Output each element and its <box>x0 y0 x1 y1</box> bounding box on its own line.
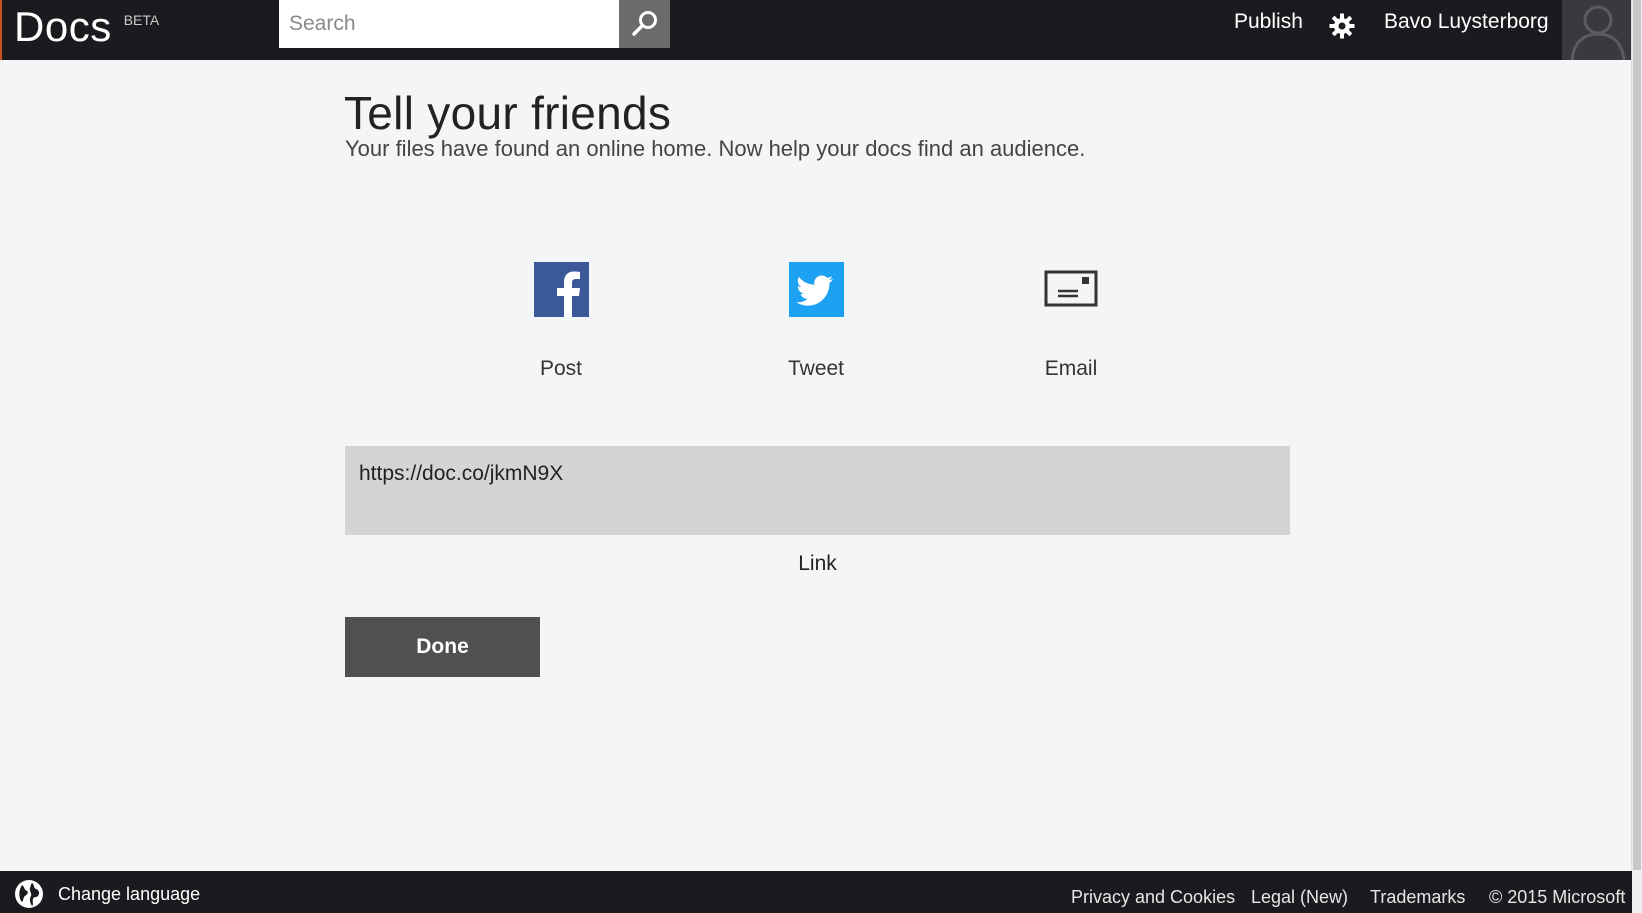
avatar-silhouette-icon <box>1570 5 1626 60</box>
footer-link-legal[interactable]: Legal (New) <box>1251 887 1348 908</box>
share-twitter-label: Tweet <box>787 357 845 380</box>
footer-link-trademarks[interactable]: Trademarks <box>1370 887 1465 908</box>
beta-badge: BETA <box>123 12 160 28</box>
scrollbar-thumb[interactable] <box>1633 0 1641 870</box>
done-button[interactable]: Done <box>345 617 540 677</box>
avatar[interactable] <box>1562 0 1634 60</box>
globe-icon <box>15 880 43 908</box>
page-title: Tell your friends <box>344 87 672 139</box>
search-icon <box>631 11 657 36</box>
top-nav-bar: Docs BETA Publish Bavo Luysterborg <box>0 0 1634 60</box>
share-link-caption: Link <box>798 552 837 575</box>
footer-link-privacy[interactable]: Privacy and Cookies <box>1071 887 1235 908</box>
footer: Change language Privacy and Cookies Lega… <box>0 871 1632 913</box>
search-input[interactable] <box>279 0 619 48</box>
share-link-field[interactable]: https://doc.co/jkmN9X <box>345 446 1290 535</box>
share-facebook-button[interactable]: Post <box>481 262 641 381</box>
change-language-label: Change language <box>58 883 201 904</box>
logo-text: Docs <box>14 3 112 50</box>
facebook-icon <box>533 262 589 317</box>
footer-copyright: © 2015 Microsoft <box>1489 887 1626 907</box>
docs-logo[interactable]: Docs BETA <box>14 0 159 50</box>
page-subtitle: Your files have found an online home. No… <box>345 136 1086 161</box>
gear-icon[interactable] <box>1328 12 1356 40</box>
change-language-link[interactable]: Change language <box>14 879 200 909</box>
publish-link[interactable]: Publish <box>1234 10 1303 34</box>
page-scrollbar[interactable] <box>1631 0 1642 913</box>
share-email-label: Email <box>1044 357 1098 380</box>
share-twitter-button[interactable]: Tweet <box>736 262 896 381</box>
twitter-icon <box>788 262 844 317</box>
email-icon <box>1044 262 1099 317</box>
share-facebook-label: Post <box>539 357 583 380</box>
share-email-button[interactable]: Email <box>991 262 1151 381</box>
user-name-link[interactable]: Bavo Luysterborg <box>1384 10 1549 34</box>
search-button[interactable] <box>619 0 670 48</box>
